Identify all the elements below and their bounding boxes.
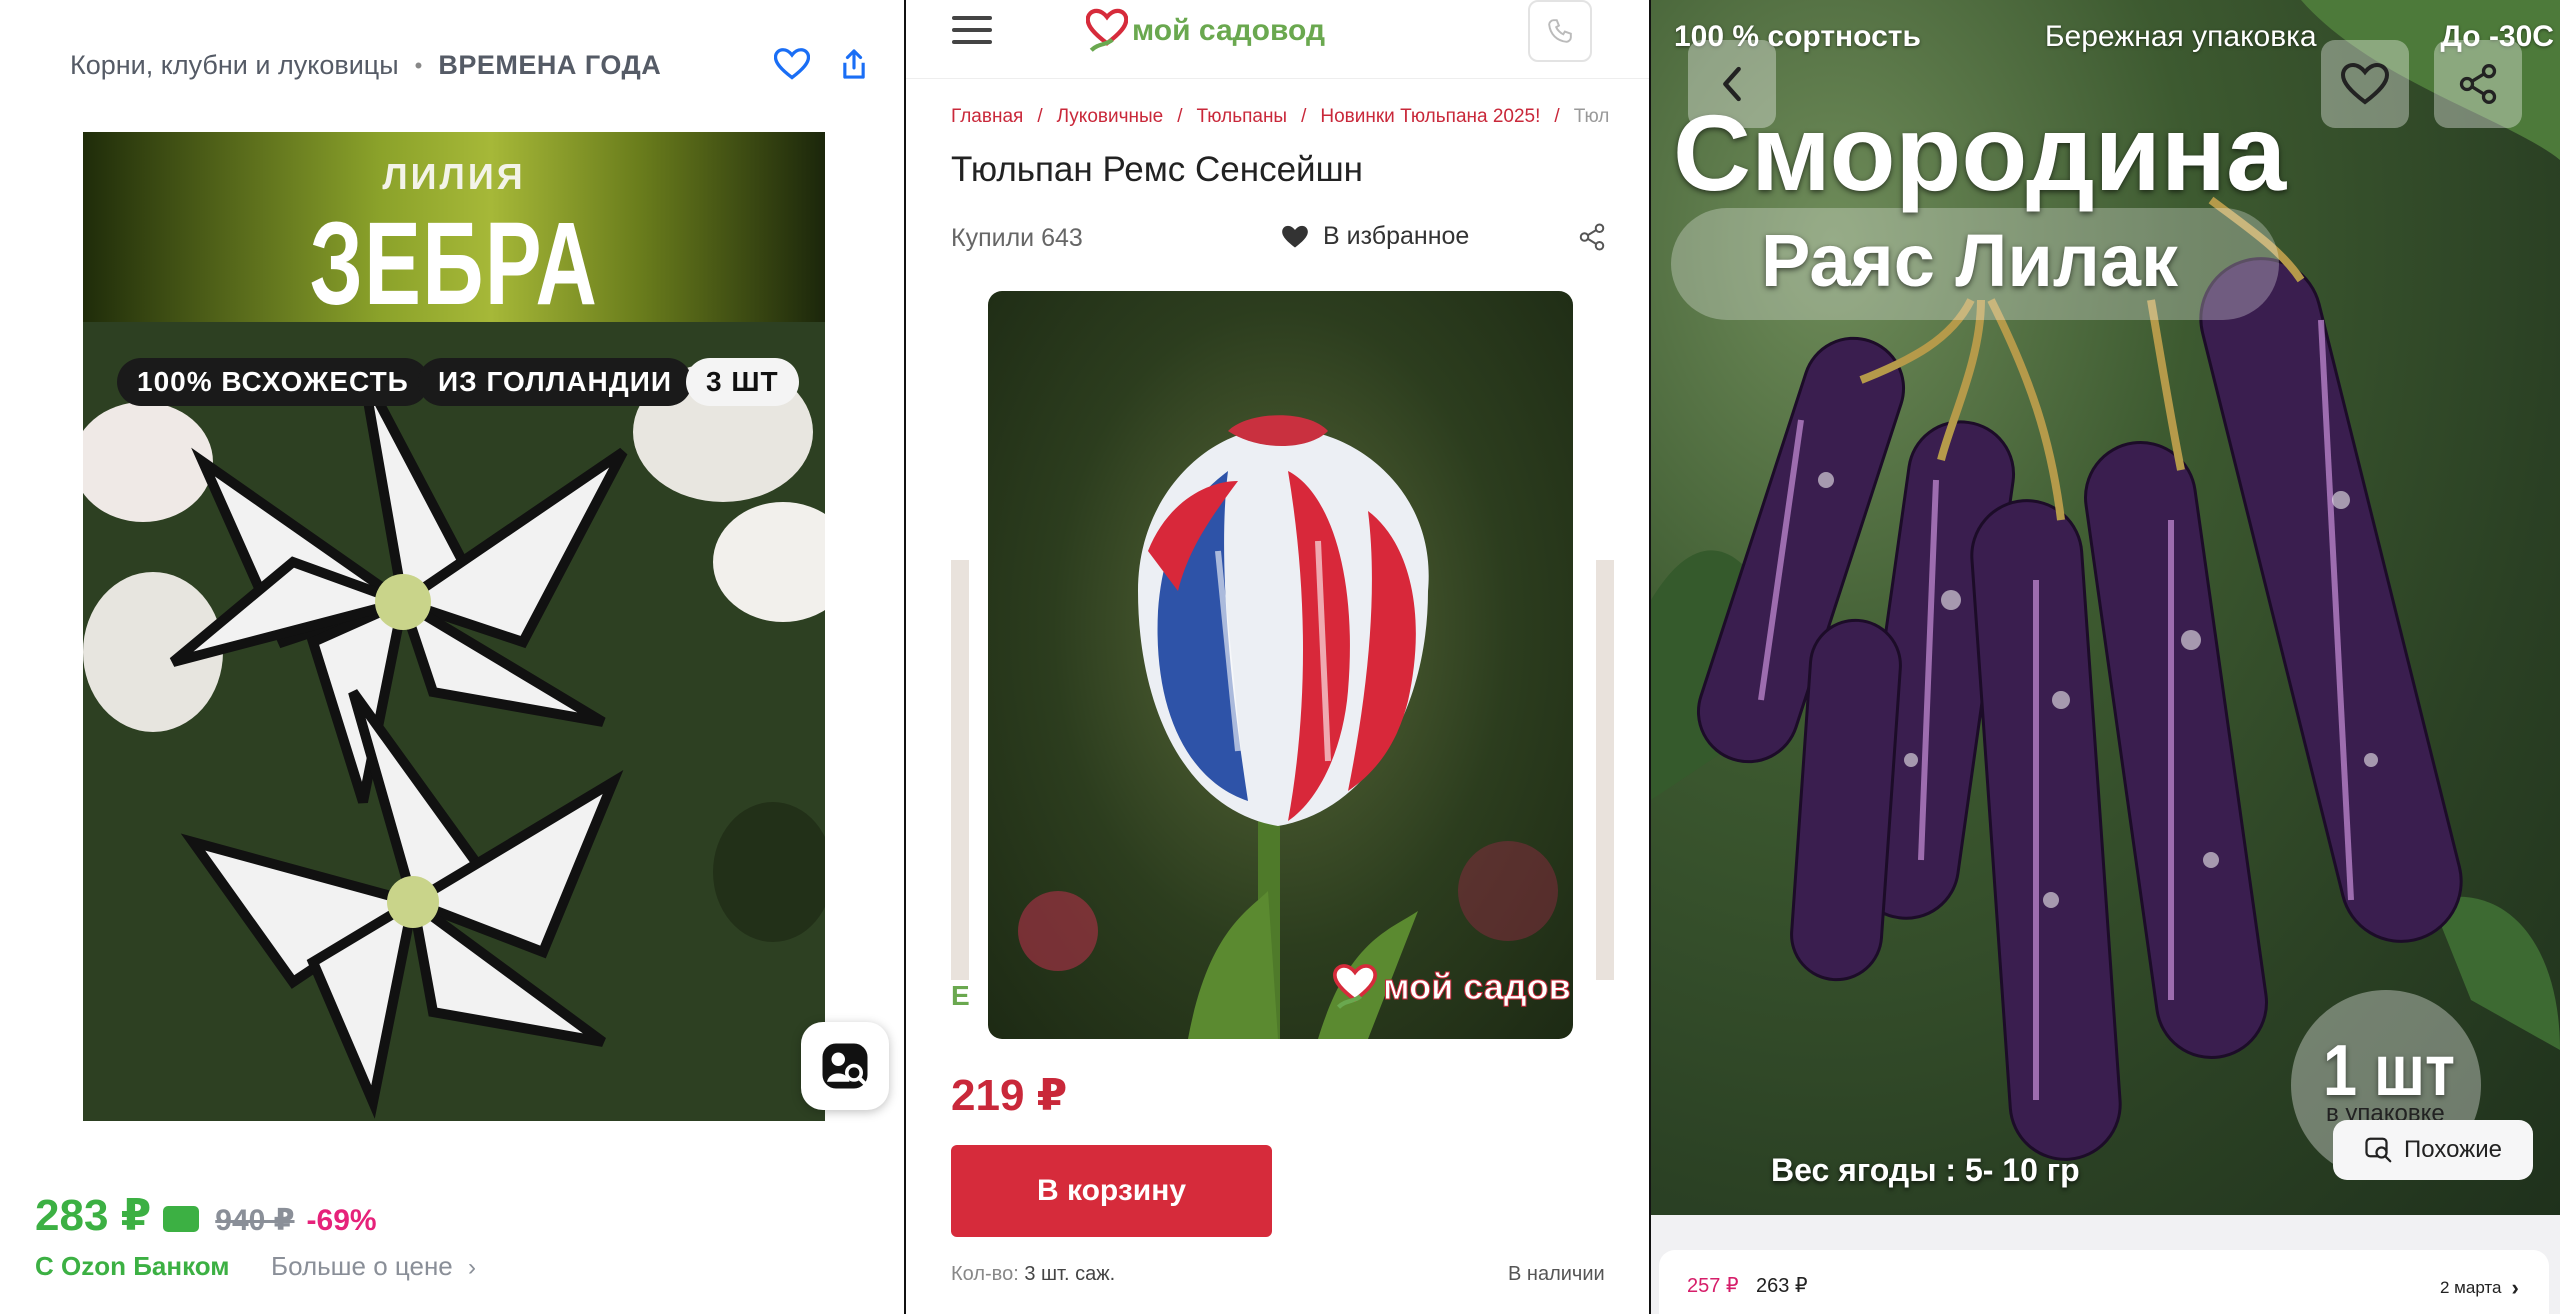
tulip-illustration bbox=[1018, 415, 1558, 1039]
current-price: 219 ₽ bbox=[951, 1071, 1068, 1120]
discount-badge: -69% bbox=[306, 1204, 377, 1237]
badge-germination: 100% ВСХОЖЕСТЬ bbox=[117, 358, 429, 406]
product-image[interactable]: ЛИЛИЯ ЗЕБРА 100% ВСХОЖЕСТЬ ИЗ ГОЛЛАНДИИ … bbox=[83, 132, 825, 1121]
heart-icon[interactable] bbox=[770, 42, 814, 86]
purchase-count: Купили 643 bbox=[951, 224, 1083, 252]
site-logo[interactable]: мой садовод bbox=[1086, 8, 1325, 54]
breadcrumb: Корни, клубни и луковицы • ВРЕМЕНА ГОДА bbox=[70, 50, 661, 81]
breadcrumb-category[interactable]: Корни, клубни и луковицы bbox=[70, 50, 399, 81]
chevron-right-icon: › bbox=[468, 1254, 477, 1281]
breadcrumb-current: Тюл bbox=[1573, 106, 1610, 127]
breadcrumb-new-tulips[interactable]: Новинки Тюльпана 2025! bbox=[1320, 106, 1540, 127]
breadcrumb-separator: • bbox=[414, 52, 423, 78]
chevron-right-icon: › bbox=[2511, 1275, 2519, 1300]
ozon-product-panel: Корни, клубни и луковицы • ВРЕМЕНА ГОДА … bbox=[0, 0, 906, 1314]
quantity-info: Кол-во: 3 шт. саж. bbox=[951, 1263, 1115, 1286]
page-title: Тюльпан Ремс Сенсейшн bbox=[951, 150, 1364, 189]
wallet-price: 257 ₽ bbox=[1687, 1275, 1739, 1297]
favorite-label: В избранное bbox=[1323, 222, 1470, 250]
lily-flowers-illustration bbox=[83, 322, 825, 1121]
card-icon bbox=[163, 1206, 200, 1232]
phone-icon[interactable] bbox=[1528, 0, 1592, 62]
breadcrumb-brand[interactable]: ВРЕМЕНА ГОДА bbox=[438, 50, 661, 81]
old-price: 940 ₽ bbox=[215, 1204, 295, 1237]
price-block: 283 ₽ 940 ₽ -69% bbox=[35, 1190, 377, 1241]
price-bar: 257 ₽ 263 ₽ 2 марта › bbox=[1651, 1215, 2560, 1314]
current-price: 263 ₽ bbox=[1756, 1275, 1808, 1297]
next-image-peek[interactable] bbox=[1596, 560, 1614, 980]
current-price: 283 ₽ bbox=[35, 1191, 152, 1240]
breadcrumb-separator: / bbox=[1177, 106, 1183, 127]
logo-text: мой садовод bbox=[1132, 14, 1326, 47]
similar-icon bbox=[2365, 1137, 2392, 1163]
product-image[interactable]: 100 % сортность Бережная упаковка До -30… bbox=[1651, 0, 2560, 1215]
prev-image-peek[interactable]: Е bbox=[951, 560, 970, 1011]
delivery-date: 2 марта bbox=[2440, 1278, 2502, 1297]
share-icon[interactable] bbox=[832, 42, 876, 86]
badge-quantity: 3 ШТ bbox=[686, 358, 799, 406]
badge-origin: ИЗ ГОЛЛАНДИИ bbox=[418, 358, 692, 406]
berry-weight-label: Вес ягоды : 5- 10 гр bbox=[1771, 1152, 2080, 1188]
heart-icon bbox=[1282, 225, 1308, 247]
image-subtitle: Раяс Лилак bbox=[1761, 219, 2179, 302]
logo-heart-icon bbox=[1086, 8, 1128, 52]
image-top-line: 100 % сортность Бережная упаковка До -30… bbox=[1674, 20, 2554, 54]
watermark-text: мой садов bbox=[1383, 966, 1572, 1008]
add-to-cart-button[interactable]: В корзину bbox=[951, 1145, 1272, 1237]
breadcrumb-separator: / bbox=[1554, 106, 1560, 127]
visual-search-icon[interactable] bbox=[801, 1022, 889, 1110]
bank-price-label: С Ozon Банком bbox=[35, 1251, 230, 1281]
breadcrumb-home[interactable]: Главная bbox=[951, 106, 1023, 127]
site-header: мой садовод bbox=[906, 0, 1651, 79]
prev-image-peek-text: Е bbox=[951, 980, 970, 1011]
heart-icon[interactable] bbox=[2321, 40, 2409, 128]
share-icon[interactable] bbox=[1577, 222, 1607, 257]
similar-label: Похожие bbox=[2404, 1136, 2502, 1163]
more-price-link[interactable]: Больше о цене › bbox=[271, 1251, 476, 1282]
menu-icon[interactable] bbox=[952, 16, 992, 46]
more-price-label: Больше о цене bbox=[271, 1251, 453, 1281]
breadcrumb-separator: / bbox=[1301, 106, 1307, 127]
breadcrumb-bulbous[interactable]: Луковичные bbox=[1057, 106, 1164, 127]
quantity-value: 3 шт. саж. bbox=[1024, 1263, 1116, 1285]
quantity-label: Кол-во: bbox=[951, 1263, 1019, 1285]
breadcrumb-tulips[interactable]: Тюльпаны bbox=[1197, 106, 1288, 127]
sadovod-product-panel: мой садовод Главная / Луковичные / Тюльпаны /… bbox=[906, 0, 1651, 1314]
back-icon[interactable] bbox=[1688, 40, 1776, 128]
share-icon[interactable] bbox=[2434, 40, 2522, 128]
feature-packaging: Бережная упаковка bbox=[2044, 20, 2317, 53]
stock-status: В наличии bbox=[1508, 1263, 1605, 1285]
add-to-favorites-button[interactable]: В избранное bbox=[1281, 222, 1469, 251]
logo-heart-icon bbox=[1333, 964, 1377, 1009]
product-image[interactable]: мой садов bbox=[988, 291, 1573, 1039]
watermark-logo: мой садов bbox=[1333, 963, 1571, 1011]
similar-button[interactable]: Похожие bbox=[2333, 1120, 2533, 1180]
breadcrumb-separator: / bbox=[1037, 106, 1043, 127]
wb-product-panel: 100 % сортность Бережная упаковка До -30… bbox=[1651, 0, 2560, 1314]
breadcrumb: Главная / Луковичные / Тюльпаны / Новинки Тюль… bbox=[951, 106, 1611, 128]
delivery-date-link[interactable]: 2 марта › bbox=[2440, 1275, 2519, 1301]
